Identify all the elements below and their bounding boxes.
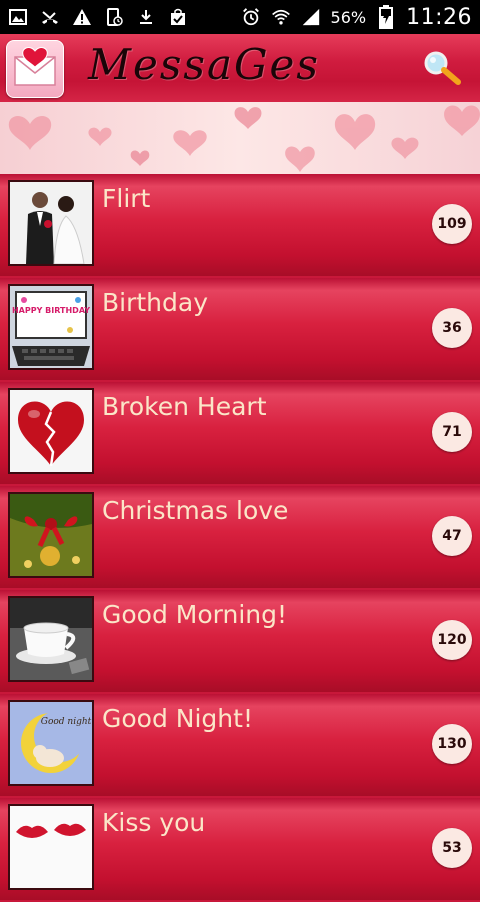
category-row-flirt[interactable]: Flirt 109 — [0, 174, 480, 276]
app-title: MessaGes — [88, 40, 320, 89]
warning-icon — [72, 7, 92, 27]
message-count-badge: 120 — [432, 620, 472, 660]
category-row-broken-heart[interactable]: Broken Heart 71 — [0, 382, 480, 484]
search-icon — [424, 51, 461, 85]
message-count-badge: 53 — [432, 828, 472, 868]
signal-icon — [301, 7, 321, 27]
category-label: Kiss you — [102, 808, 206, 837]
good-night-thumb-text: Good night — [41, 717, 92, 727]
missed-call-icon — [40, 7, 60, 27]
app-logo-icon[interactable] — [6, 40, 64, 98]
device-info-icon — [104, 7, 124, 27]
birthday-thumbnail: HAPPY BIRTHDAY — [8, 284, 94, 370]
message-count-badge: 47 — [432, 516, 472, 556]
app-bar: MessaGes — [0, 34, 480, 102]
kiss-you-thumbnail — [8, 804, 94, 890]
category-label: Good Night! — [102, 704, 253, 733]
message-count-badge: 109 — [432, 204, 472, 244]
broken-heart-thumbnail — [8, 388, 94, 474]
gallery-icon — [8, 7, 28, 27]
status-bar: 56% 11:26 — [0, 0, 480, 34]
category-label: Christmas love — [102, 496, 289, 525]
wifi-icon — [271, 7, 291, 27]
category-row-birthday[interactable]: HAPPY BIRTHDAY Birthday 36 — [0, 278, 480, 380]
download-icon — [136, 7, 156, 27]
good-morning-thumbnail — [8, 596, 94, 682]
category-label: Flirt — [102, 184, 151, 213]
message-count-badge: 130 — [432, 724, 472, 764]
birthday-thumb-line-1: HAPPY BIRTHDAY — [12, 306, 90, 315]
category-label: Broken Heart — [102, 392, 267, 421]
christmas-love-thumbnail — [8, 492, 94, 578]
category-row-good-morning[interactable]: Good Morning! 120 — [0, 590, 480, 692]
category-label: Good Morning! — [102, 600, 288, 629]
category-row-good-night[interactable]: Good night Good Night! 130 — [0, 694, 480, 796]
good-night-thumbnail: Good night — [8, 700, 94, 786]
category-row-christmas-love[interactable]: Christmas love 47 — [0, 486, 480, 588]
hearts-banner — [0, 102, 480, 174]
battery-percent: 56% — [330, 7, 367, 27]
flirt-thumbnail — [8, 180, 94, 266]
category-list: Flirt 109 HAPPY BIRTHDAY Birthday 36 Bro… — [0, 174, 480, 902]
message-count-badge: 71 — [432, 412, 472, 452]
category-row-kiss-you[interactable]: Kiss you 53 — [0, 798, 480, 900]
clock: 11:26 — [406, 4, 472, 30]
system-icons: 56% 11:26 — [241, 4, 472, 30]
shopping-bag-icon — [168, 7, 188, 27]
message-count-badge: 36 — [432, 308, 472, 348]
notification-icons — [8, 6, 188, 28]
search-button[interactable] — [420, 48, 464, 88]
battery-charging-icon — [376, 5, 396, 29]
alarm-icon — [241, 7, 261, 27]
category-label: Birthday — [102, 288, 209, 317]
